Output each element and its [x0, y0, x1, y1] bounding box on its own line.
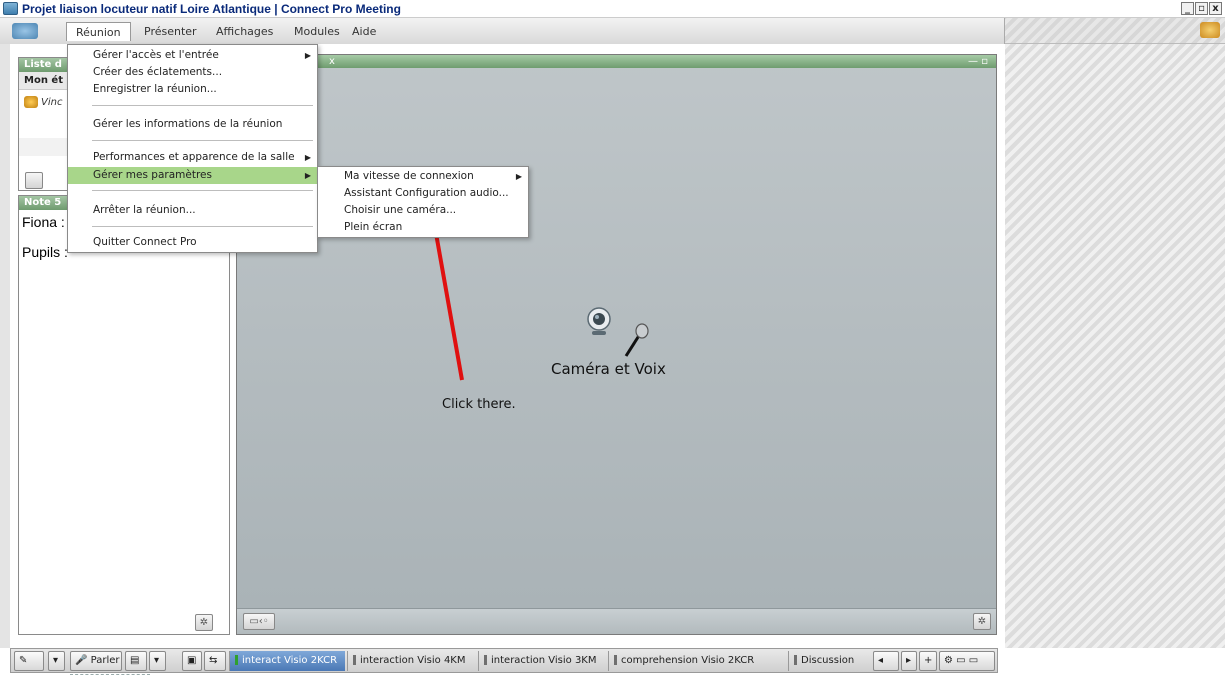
pod-header-title-fragment: x	[329, 56, 335, 67]
menu-bar-left: Réunion Présenter Affichages Modules Aid…	[0, 18, 1005, 44]
note-line-pupils: Pupils :	[22, 244, 68, 260]
submenu-arrow-icon: ▶	[304, 51, 311, 60]
pod-options-gear-icon[interactable]: ✲	[973, 613, 991, 630]
scroll-tabs-left-icon[interactable]: ◂	[873, 651, 899, 671]
attendees-status-icon[interactable]	[1200, 22, 1220, 38]
speak-label: Parler	[90, 655, 120, 666]
tab-marker-icon	[235, 655, 238, 665]
tab-label: interaction Visio 3KM	[491, 655, 597, 666]
annotation-text: Click there.	[442, 397, 516, 412]
menu-aide[interactable]: Aide	[343, 22, 385, 41]
menu-item-quit-connect[interactable]: Quitter Connect Pro	[68, 234, 317, 251]
microphone-icon	[624, 323, 649, 357]
minimize-button[interactable]: _	[1181, 2, 1194, 15]
layout-tab-comprehension-visio-2kcr[interactable]: comprehension Visio 2KCR	[608, 651, 786, 671]
status-icon[interactable]: ✎	[14, 651, 44, 671]
tab-marker-icon	[484, 655, 487, 665]
layout-tab-interact-visio-2kcr[interactable]: interact Visio 2KCR	[229, 651, 345, 671]
connect-logo-icon[interactable]	[12, 23, 38, 39]
connect-app-icon	[3, 2, 18, 15]
tab-marker-icon	[614, 655, 617, 665]
menu-item-choose-camera[interactable]: Choisir une caméra...	[318, 202, 528, 219]
menu-separator	[92, 140, 313, 141]
menu-separator	[92, 226, 313, 227]
submenu-arrow-icon: ▶	[304, 153, 311, 162]
hatched-background	[1005, 44, 1225, 648]
layout-tab-interaction-visio-3km[interactable]: interaction Visio 3KM	[478, 651, 605, 671]
menu-item-manage-my-settings[interactable]: Gérer mes paramètres ▶	[68, 167, 317, 184]
start-camera-button[interactable]: ▭‹◦	[243, 613, 275, 630]
note-line-fiona: Fiona :	[22, 214, 65, 230]
menu-item-create-breakouts[interactable]: Créer des éclatements...	[68, 64, 317, 81]
status-dropdown-icon[interactable]: ▾	[48, 651, 65, 671]
camera-dropdown-icon[interactable]: ▾	[149, 651, 166, 671]
bottom-toolbar: ✎ ▾ 🎤 Parler ▤ ▾ ▣ ⇆ interact Visio 2KCR…	[0, 648, 1225, 688]
menu-bar: Réunion Présenter Affichages Modules Aid…	[0, 18, 1225, 44]
menu-separator	[92, 105, 313, 106]
left-margin	[0, 44, 10, 648]
tab-label: comprehension Visio 2KCR	[621, 655, 755, 666]
menu-item-connection-speed[interactable]: Ma vitesse de connexion ▶	[318, 168, 528, 185]
maximize-button[interactable]: ▫	[1195, 2, 1208, 15]
speak-underline	[70, 674, 150, 675]
microphone-small-icon: 🎤	[75, 655, 88, 666]
camera-voice-pod-header: x — ▫	[237, 55, 996, 68]
tab-marker-icon	[794, 655, 797, 665]
tab-label: interaction Visio 4KM	[360, 655, 466, 666]
camera-voice-pod: x — ▫ ▭‹◦ ✲	[236, 54, 997, 635]
share-icon[interactable]: ▣	[182, 651, 202, 671]
menu-reunion[interactable]: Réunion	[66, 22, 131, 41]
menu-item-audio-setup-wizard[interactable]: Assistant Configuration audio...	[318, 185, 528, 202]
menu-item-meeting-information[interactable]: Gérer les informations de la réunion	[68, 116, 317, 133]
camera-voice-title: Caméra et Voix	[551, 360, 666, 378]
menu-item-full-screen[interactable]: Plein écran	[318, 219, 528, 236]
menu-presenter[interactable]: Présenter	[135, 22, 206, 41]
submenu-arrow-icon: ▶	[304, 171, 311, 180]
tab-label: interact Visio 2KCR	[242, 655, 338, 666]
notes-pod: Note 5 Fiona : Pupils : ✲	[18, 195, 230, 635]
menu-affichages[interactable]: Affichages	[207, 22, 282, 41]
speak-button[interactable]: 🎤 Parler	[70, 651, 122, 671]
window-title: Projet liaison locuteur natif Loire Atla…	[22, 2, 401, 16]
layout-tab-interaction-visio-4km[interactable]: interaction Visio 4KM	[347, 651, 475, 671]
submenu-arrow-icon: ▶	[515, 172, 522, 181]
menu-item-manage-access[interactable]: Gérer l'accès et l'entrée ▶	[68, 47, 317, 64]
camera-small-icon[interactable]: ▤	[125, 651, 147, 671]
add-layout-icon[interactable]: +	[919, 651, 937, 671]
tab-label: Discussion	[801, 655, 855, 666]
layout-tools-icon[interactable]: ⚙ ▭ ▭	[939, 651, 995, 671]
attendee-name: Vinc	[41, 97, 63, 108]
menu-separator	[92, 190, 313, 191]
menu-modules[interactable]: Modules	[285, 22, 349, 41]
layout-options-icon[interactable]: ⇆	[204, 651, 226, 671]
attendee-options-button[interactable]	[25, 172, 43, 189]
attendee-item[interactable]: Vinc	[24, 96, 62, 108]
settings-submenu: Ma vitesse de connexion ▶ Assistant Confi…	[317, 166, 529, 238]
menu-item-record-meeting[interactable]: Enregistrer la réunion...	[68, 81, 317, 98]
layout-bar: ✎ ▾ 🎤 Parler ▤ ▾ ▣ ⇆ interact Visio 2KCR…	[10, 648, 998, 673]
close-button[interactable]: x	[1209, 2, 1222, 15]
scroll-tabs-right-icon[interactable]: ▸	[901, 651, 917, 671]
menu-item-label: Performances et apparence de la salle	[93, 151, 295, 163]
layout-tab-discussion[interactable]: Discussion	[788, 651, 868, 671]
menu-item-label: Gérer mes paramètres	[93, 169, 212, 181]
notes-options-gear-icon[interactable]: ✲	[195, 614, 213, 631]
menu-item-end-meeting[interactable]: Arrêter la réunion...	[68, 202, 317, 219]
webcam-icon	[587, 307, 611, 335]
pod-window-controls[interactable]: — ▫	[968, 55, 988, 68]
host-icon	[24, 96, 38, 108]
tab-marker-icon	[353, 655, 356, 665]
camera-voice-pod-footer: ▭‹◦ ✲	[237, 608, 996, 634]
reunion-dropdown-menu: Gérer l'accès et l'entrée ▶ Créer des écl…	[67, 44, 318, 253]
menu-item-room-performance[interactable]: Performances et apparence de la salle ▶	[68, 149, 317, 166]
window-title-bar: Projet liaison locuteur natif Loire Atla…	[0, 0, 1225, 18]
menu-item-label: Ma vitesse de connexion	[344, 170, 474, 182]
menu-item-label: Gérer l'accès et l'entrée	[93, 49, 219, 61]
